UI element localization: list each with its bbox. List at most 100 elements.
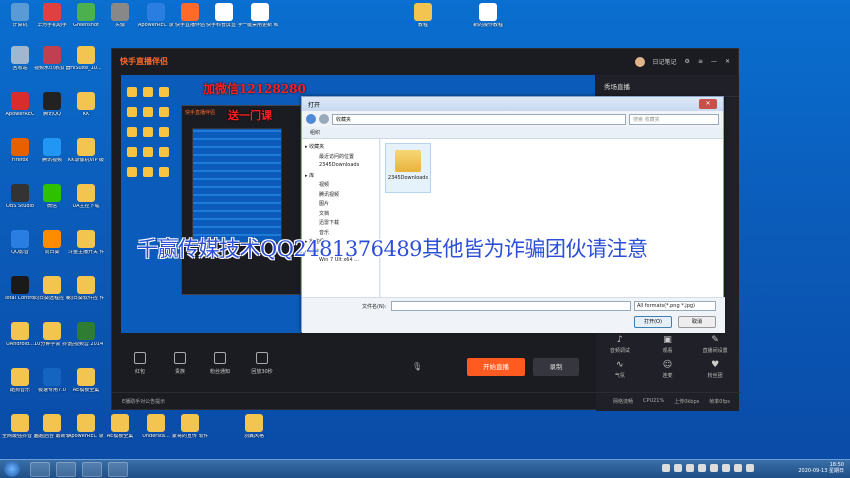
filetype-select[interactable]: All formats(*.png *.jpg) xyxy=(634,301,716,311)
desktop-icon[interactable]: UAndroid... xyxy=(2,322,38,348)
taskbar-item-browser[interactable] xyxy=(30,462,50,477)
tree-item[interactable]: ▸ 收藏夹 xyxy=(305,143,376,153)
desktop-icon-label: 头像 xyxy=(114,23,125,28)
desktop-icon[interactable]: ApowerREC 录屏王 xyxy=(68,414,104,440)
desktop-icon[interactable]: 全网最强抖音 直播课... xyxy=(2,414,38,440)
taskbar-item-explorer[interactable] xyxy=(82,462,102,477)
search-input[interactable]: 搜索 收藏夹 xyxy=(629,113,719,125)
toolbar-tool[interactable]: 粉丝通知 xyxy=(202,352,238,375)
back-icon[interactable] xyxy=(306,114,316,124)
desktop-icon[interactable]: AE模板全集 xyxy=(102,414,138,440)
desktop-icon[interactable]: 蒙哥的宣传 软件 xyxy=(172,414,208,440)
tray-icon[interactable] xyxy=(722,464,730,472)
tree-item[interactable]: 2345Downloads xyxy=(305,162,376,172)
account-name[interactable]: 日记笔记 xyxy=(653,57,677,66)
dialog-close-button[interactable]: ✕ xyxy=(699,99,717,109)
tree-item[interactable]: 迅雷下载 xyxy=(305,219,376,229)
desktop-icon[interactable]: 快手直播伴侣 xyxy=(172,3,208,29)
tree-item[interactable]: 文档 xyxy=(305,210,376,220)
desktop-icon[interactable]: KK录像机VIP 破解版 V2... xyxy=(68,138,104,164)
desktop-icon[interactable]: 微信 xyxy=(34,184,70,210)
start-button[interactable] xyxy=(4,461,20,477)
sidebar-tool[interactable]: ♪ 音频调试 xyxy=(596,335,644,354)
sidebar-tool[interactable]: ☺ 连麦 xyxy=(644,360,692,379)
tray-icon[interactable] xyxy=(698,464,706,472)
desktop-icon[interactable]: 向日葵远程控 制 xyxy=(34,276,70,302)
tray-icon[interactable] xyxy=(710,464,718,472)
folder-item[interactable]: 2345Downloads xyxy=(385,143,431,193)
minimize-icon[interactable]: — xyxy=(711,58,717,65)
desktop-icon[interactable]: KK xyxy=(68,92,104,118)
tray-icon[interactable] xyxy=(686,464,694,472)
sidebar-tool[interactable]: ∿ 气氛 xyxy=(596,360,644,379)
desktop-icon[interactable]: 头像 xyxy=(102,3,138,29)
desktop-icon[interactable]: 回收站 xyxy=(2,46,38,72)
desktop-icon[interactable]: Firefox xyxy=(2,138,38,164)
tree-item[interactable]: 腾讯视频 xyxy=(305,191,376,201)
tray-icon[interactable] xyxy=(734,464,742,472)
desktop-icon[interactable]: 一键禁用更新 和defender xyxy=(242,3,278,29)
cancel-button[interactable]: 取消 xyxy=(678,316,716,328)
tree-item[interactable]: 视频 xyxy=(305,181,376,191)
folder-icon xyxy=(77,368,95,386)
desktop-icon[interactable]: Understa... xyxy=(138,414,174,440)
record-button[interactable]: 录制 xyxy=(533,358,579,376)
folder-icon xyxy=(414,3,432,21)
desktop-icon[interactable]: Greenshot xyxy=(68,3,104,29)
desktop-icon[interactable]: 斗鱼主播开关 件 xyxy=(68,230,104,256)
sidebar-tool[interactable]: ✎ 直播间设置 xyxy=(691,335,739,354)
desktop-icon[interactable]: 快手科普屏显 手机号 xyxy=(206,3,242,29)
menu-icon[interactable]: ≡ xyxy=(698,58,703,65)
avatar[interactable] xyxy=(634,56,645,67)
desktop-icon[interactable]: 向日葵软件控 件 xyxy=(68,276,104,302)
tray-icon[interactable] xyxy=(746,464,754,472)
toolbar-tool[interactable]: 红包 xyxy=(122,352,158,375)
desktop-icon[interactable]: Total Control xyxy=(2,276,38,302)
desktop-icon[interactable]: 酷狗音乐 xyxy=(2,368,38,394)
desktop-icon[interactable]: HiSuite_10... xyxy=(68,46,104,72)
desktop-icon[interactable]: 超越后台 最新软件 xyxy=(34,414,70,440)
desktop-icon[interactable]: 腾讯QQ xyxy=(34,92,70,118)
tree-item[interactable]: 图片 xyxy=(305,200,376,210)
desktop-icon[interactable]: ApowerREC xyxy=(2,92,38,118)
desktop-icon[interactable]: 10分钟学会 抖音上热门 xyxy=(34,322,70,348)
toolbar-tool[interactable]: 贵族 xyxy=(162,352,198,375)
start-live-button[interactable]: 开始直播 xyxy=(467,358,525,376)
open-button[interactable]: 打开(O) xyxy=(634,316,672,328)
clock-date: 2020-09-13 星期日 xyxy=(798,468,844,474)
desktop-icon[interactable]: 教程 xyxy=(405,3,441,29)
toolbar-tool[interactable]: 回放30秒 xyxy=(244,352,280,375)
desktop-icon[interactable]: UA主控下载 xyxy=(68,184,104,210)
desktop-icon[interactable]: AE模板全集 xyxy=(68,368,104,394)
desktop-icon[interactable]: ApowerREC 录屏王 xyxy=(138,3,174,29)
close-icon[interactable]: ✕ xyxy=(725,58,730,65)
apowerrec-icon xyxy=(147,3,165,21)
desktop-icon[interactable]: 羽翼风格 xyxy=(236,414,272,440)
organize-button[interactable]: 组织 xyxy=(310,129,320,136)
microphone-icon[interactable]: 🎙 xyxy=(412,362,422,371)
desktop-icon[interactable]: 视频水印添加 器 xyxy=(34,46,70,72)
tray-icon[interactable] xyxy=(674,464,682,472)
sidebar-tool[interactable]: ▣ 观看 xyxy=(644,335,692,354)
sidebar-tool[interactable]: ♥ 粉丝团 xyxy=(691,360,739,379)
tray-icon[interactable] xyxy=(662,464,670,472)
desktop-icon[interactable]: 短视频营 2014 xyxy=(68,322,104,348)
desktop-icon[interactable]: 极速专用7.0 xyxy=(34,368,70,394)
path-input[interactable]: 收藏夹 xyxy=(332,113,626,125)
desktop-icon[interactable]: 新的操作教程 xyxy=(470,3,506,29)
desktop-icon[interactable]: 华为手机助手 xyxy=(34,3,70,29)
desktop-icon[interactable]: QQ影音 xyxy=(2,230,38,256)
tree-item[interactable]: 最近访问的位置 xyxy=(305,153,376,163)
settings-icon[interactable]: ⚙ xyxy=(685,58,690,65)
taskbar-item-app[interactable] xyxy=(56,462,76,477)
desktop-icon[interactable]: 向日葵 xyxy=(34,230,70,256)
clock[interactable]: 18:50 2020-09-13 星期日 xyxy=(798,462,844,474)
sidebar-title[interactable]: 秀场直播 xyxy=(596,75,739,97)
taskbar-item-window[interactable] xyxy=(108,462,128,477)
tree-item[interactable]: ▸ 库 xyxy=(305,172,376,182)
desktop-icon[interactable]: 腾讯视频 xyxy=(34,138,70,164)
filename-input[interactable] xyxy=(391,301,631,311)
forward-icon[interactable] xyxy=(319,114,329,124)
desktop-icon[interactable]: OBS Studio xyxy=(2,184,38,210)
desktop-icon[interactable]: 计算机 xyxy=(2,3,38,29)
